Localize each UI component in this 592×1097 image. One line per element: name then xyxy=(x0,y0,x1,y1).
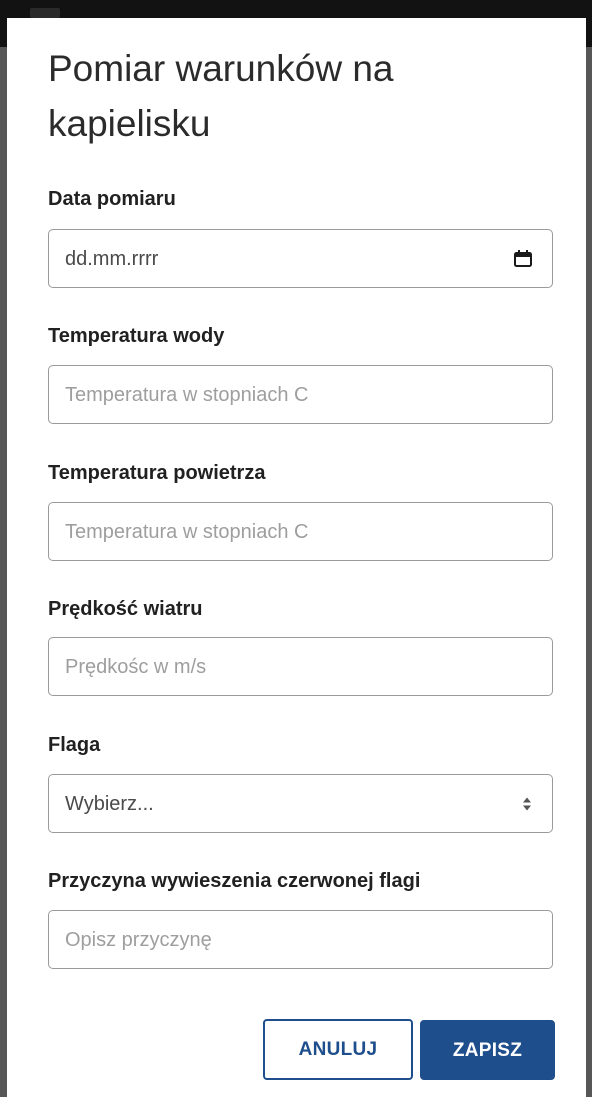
flag-select[interactable]: Wybierz... xyxy=(48,774,553,833)
water-temp-placeholder: Temperatura w stopniach C xyxy=(65,384,309,406)
calendar-icon[interactable] xyxy=(514,250,532,267)
flag-select-value: Wybierz... xyxy=(65,793,154,815)
air-temp-placeholder: Temperatura w stopniach C xyxy=(65,521,309,543)
select-arrows-icon xyxy=(523,797,531,811)
red-flag-reason-label: Przyczyna wywieszenia czerwonej flagi xyxy=(48,870,421,892)
backdrop-right xyxy=(586,47,592,1097)
wind-speed-input[interactable]: Prędkośc w m/s xyxy=(48,637,553,696)
save-button[interactable]: ZAPISZ xyxy=(420,1020,555,1080)
red-flag-reason-placeholder: Opisz przyczynę xyxy=(65,929,212,951)
water-temp-input[interactable]: Temperatura w stopniach C xyxy=(48,365,553,424)
cancel-button[interactable]: ANULUJ xyxy=(263,1019,413,1080)
date-input[interactable]: dd.mm.rrrr xyxy=(48,229,553,288)
status-bar-handle xyxy=(30,8,60,18)
backdrop-left xyxy=(0,47,7,1097)
wind-speed-placeholder: Prędkośc w m/s xyxy=(65,656,207,678)
flag-label: Flaga xyxy=(48,734,101,756)
water-temp-label: Temperatura wody xyxy=(48,325,225,347)
date-label: Data pomiaru xyxy=(48,188,176,210)
date-input-value: dd.mm.rrrr xyxy=(65,248,159,270)
dialog-title: Pomiar warunków na kapielisku xyxy=(48,48,394,144)
air-temp-input[interactable]: Temperatura w stopniach C xyxy=(48,502,553,561)
wind-speed-label: Prędkość wiatru xyxy=(48,598,203,620)
air-temp-label: Temperatura powietrza xyxy=(48,462,266,484)
red-flag-reason-input[interactable]: Opisz przyczynę xyxy=(48,910,553,969)
measurement-dialog: Pomiar warunków na kapielisku Data pomia… xyxy=(7,18,586,1097)
